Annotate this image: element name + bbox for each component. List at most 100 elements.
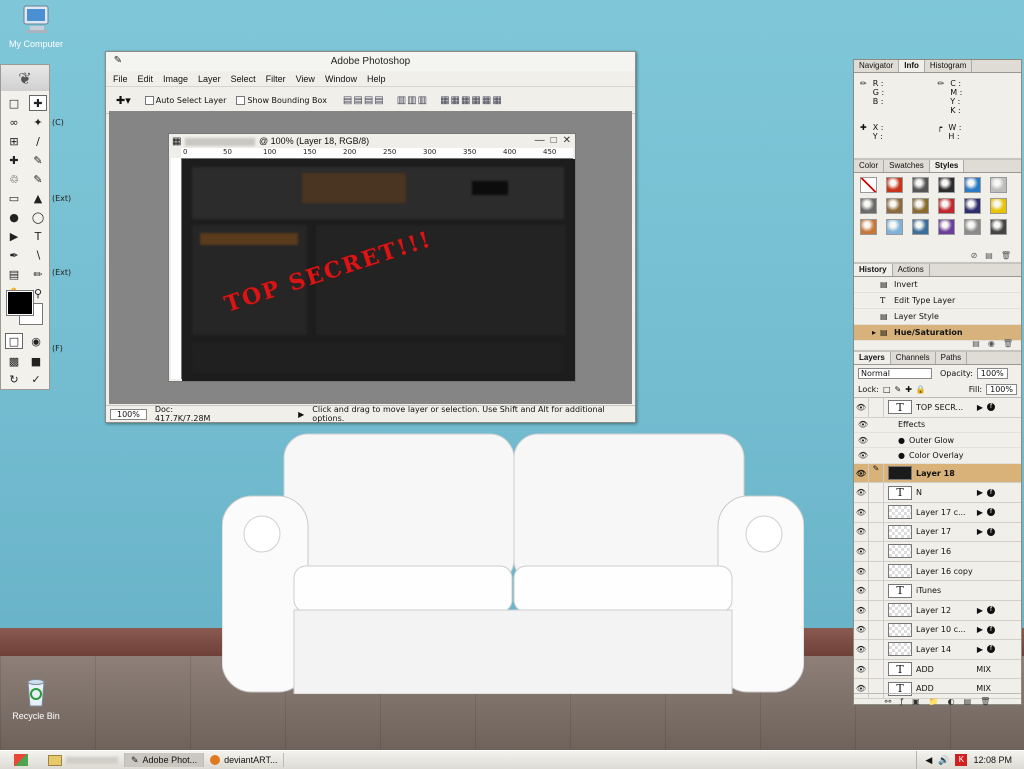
style-swatch[interactable] — [964, 177, 981, 193]
visibility-eye-icon[interactable]: 👁 — [854, 665, 868, 674]
visibility-eye-icon[interactable]: 👁 — [854, 527, 868, 536]
foreground-color-swatch[interactable] — [6, 290, 34, 316]
show-bounding-box-option[interactable]: Show Bounding Box — [236, 95, 327, 105]
adjustment-layer-icon[interactable]: ◐ — [948, 697, 955, 706]
layer-row[interactable]: 👁 Layer 17 c... ▶ f — [854, 502, 1021, 523]
pen-tool-icon[interactable]: ✒ — [5, 247, 23, 263]
expand-effects-icon[interactable]: ▶ — [977, 625, 983, 634]
style-swatch[interactable] — [964, 219, 981, 235]
jump-to-imageready-icon[interactable]: ↻ — [5, 371, 23, 387]
tray-expand-icon[interactable]: ◀ — [925, 755, 932, 766]
full-screen-mode-icon[interactable]: ■ — [27, 353, 45, 369]
desktop-icon-recycle-bin[interactable]: Recycle Bin — [0, 676, 72, 721]
brush-tool-icon[interactable]: ✎ — [29, 152, 47, 168]
layer-link-slot[interactable] — [868, 483, 884, 502]
style-swatch[interactable] — [860, 198, 877, 214]
eyedropper-tool-icon[interactable]: ✏ — [29, 266, 47, 282]
layer-mask-icon[interactable]: ▣ — [912, 697, 920, 706]
document-canvas[interactable]: TOP SECRET!!! — [182, 159, 575, 381]
visibility-eye-icon[interactable]: 👁 — [854, 606, 868, 615]
delete-style-icon[interactable]: 🗑 — [1001, 251, 1011, 260]
layer-row[interactable]: 👁 Layer 10 c... ▶ f — [854, 620, 1021, 641]
layer-link-slot[interactable] — [868, 561, 884, 581]
slice-tool-icon[interactable]: ∕ — [29, 133, 47, 149]
layer-link-slot[interactable] — [868, 600, 884, 620]
tab-histogram[interactable]: Histogram — [925, 60, 973, 72]
path-select-icon[interactable]: ▶ — [5, 228, 23, 244]
lasso-tool-icon[interactable]: ∞ — [5, 114, 23, 130]
marquee-tool-icon[interactable]: □ — [5, 95, 23, 111]
paint-bucket-icon[interactable]: ▲ — [29, 190, 47, 206]
doc-size-info[interactable]: Doc: 417.7K/7.28M — [155, 405, 230, 423]
layer-link-slot[interactable] — [868, 659, 884, 679]
visibility-eye-icon[interactable]: 👁 — [854, 469, 868, 478]
layer-effects-icon[interactable]: f — [987, 645, 995, 654]
eyedropper-cmyk-icon[interactable]: ✏ — [938, 79, 945, 115]
menu-image[interactable]: Image — [163, 74, 188, 84]
snapshot-icon[interactable]: ◉ — [988, 339, 995, 348]
close-icon[interactable]: ✕ — [563, 134, 571, 148]
expand-effects-icon[interactable]: ▶ — [977, 645, 983, 654]
visibility-eye-icon[interactable]: 👁 — [854, 547, 868, 556]
dodge-tool-icon[interactable]: ◯ — [29, 209, 47, 225]
delete-layer-icon[interactable]: 🗑 — [980, 697, 990, 706]
layer-row[interactable]: 👁 Layer 14 ▶ f — [854, 640, 1021, 660]
layer-effects-icon[interactable]: f — [987, 508, 995, 517]
expand-effects-icon[interactable]: ▶ — [977, 606, 983, 615]
zoom-level-field[interactable]: 100% — [110, 408, 147, 420]
layer-link-slot[interactable] — [868, 620, 884, 640]
line-tool-icon[interactable]: ∖ — [29, 247, 47, 263]
layer-row[interactable]: 👁 Layer 12 ▶ f — [854, 600, 1021, 621]
tab-layers[interactable]: Layers — [854, 352, 891, 364]
clear-style-icon[interactable]: ⊘ — [971, 251, 978, 260]
tab-styles[interactable]: Styles — [929, 160, 965, 172]
new-style-icon[interactable]: ▤ — [985, 251, 993, 260]
layer-row[interactable]: 👁 Layer 17 ▶ f — [854, 522, 1021, 543]
style-swatch[interactable] — [886, 198, 903, 214]
new-layer-icon[interactable]: ▤ — [964, 697, 972, 706]
opacity-field[interactable]: 100% — [976, 367, 1008, 379]
clock[interactable]: 12:08 PM — [973, 755, 1012, 765]
layer-link-slot[interactable] — [868, 581, 884, 600]
tab-paths[interactable]: Paths — [936, 352, 968, 364]
style-swatch[interactable] — [990, 177, 1007, 193]
maximize-icon[interactable]: □ — [551, 134, 557, 148]
layer-row[interactable]: 👁 T TOP SECR... ▶ f — [854, 398, 1021, 418]
tab-color[interactable]: Color — [854, 160, 885, 172]
lock-all-icon[interactable]: 🔒 — [916, 385, 926, 394]
lock-move-icon[interactable]: ✚ — [905, 385, 912, 394]
photoshop-titlebar[interactable]: ✎ Adobe Photoshop — [106, 52, 635, 71]
layer-row[interactable]: 👁 T ADD MIX — [854, 659, 1021, 680]
style-swatch[interactable] — [886, 219, 903, 235]
tab-info[interactable]: Info — [899, 60, 925, 72]
expand-effects-icon[interactable]: ▶ — [977, 488, 983, 497]
style-swatch[interactable] — [912, 177, 929, 193]
blur-tool-icon[interactable]: ● — [5, 209, 23, 225]
style-swatch[interactable] — [964, 198, 981, 214]
layer-link-slot[interactable] — [868, 640, 884, 659]
tab-channels[interactable]: Channels — [891, 352, 936, 364]
menu-filter[interactable]: Filter — [266, 74, 286, 84]
type-tool-icon[interactable]: T — [29, 228, 47, 244]
style-swatch[interactable] — [990, 198, 1007, 214]
visibility-eye-icon[interactable]: 👁 — [854, 508, 868, 517]
layer-effect-row[interactable]: 👁 ● Outer Glow — [854, 433, 1021, 449]
layer-effects-header[interactable]: 👁 Effects — [854, 418, 1021, 433]
auto-select-layer-option[interactable]: Auto Select Layer — [144, 95, 226, 105]
tab-navigator[interactable]: Navigator — [854, 60, 900, 72]
fill-field[interactable]: 100% — [986, 383, 1017, 395]
expand-effects-icon[interactable]: ▶ — [977, 508, 983, 517]
lock-transparency-icon[interactable]: □ — [883, 385, 891, 394]
tray-app-icon[interactable]: K — [955, 754, 968, 766]
expand-effects-icon[interactable]: ▶ — [977, 527, 983, 536]
layer-link-slot[interactable] — [868, 522, 884, 542]
layer-row[interactable]: 👁 Layer 16 copy — [854, 561, 1021, 582]
healing-brush-icon[interactable]: ✚ — [5, 152, 23, 168]
menu-help[interactable]: Help — [367, 74, 386, 84]
style-swatch[interactable] — [912, 219, 929, 235]
tab-history[interactable]: History — [854, 264, 893, 276]
distribute-horizontal-icon[interactable]: ▦▦▦▦▦▦ — [440, 95, 503, 106]
status-arrow-icon[interactable]: ▶ — [298, 410, 304, 419]
move-tool-icon[interactable]: ✚ — [29, 95, 47, 111]
visibility-eye-icon[interactable]: 👁 — [854, 488, 868, 497]
